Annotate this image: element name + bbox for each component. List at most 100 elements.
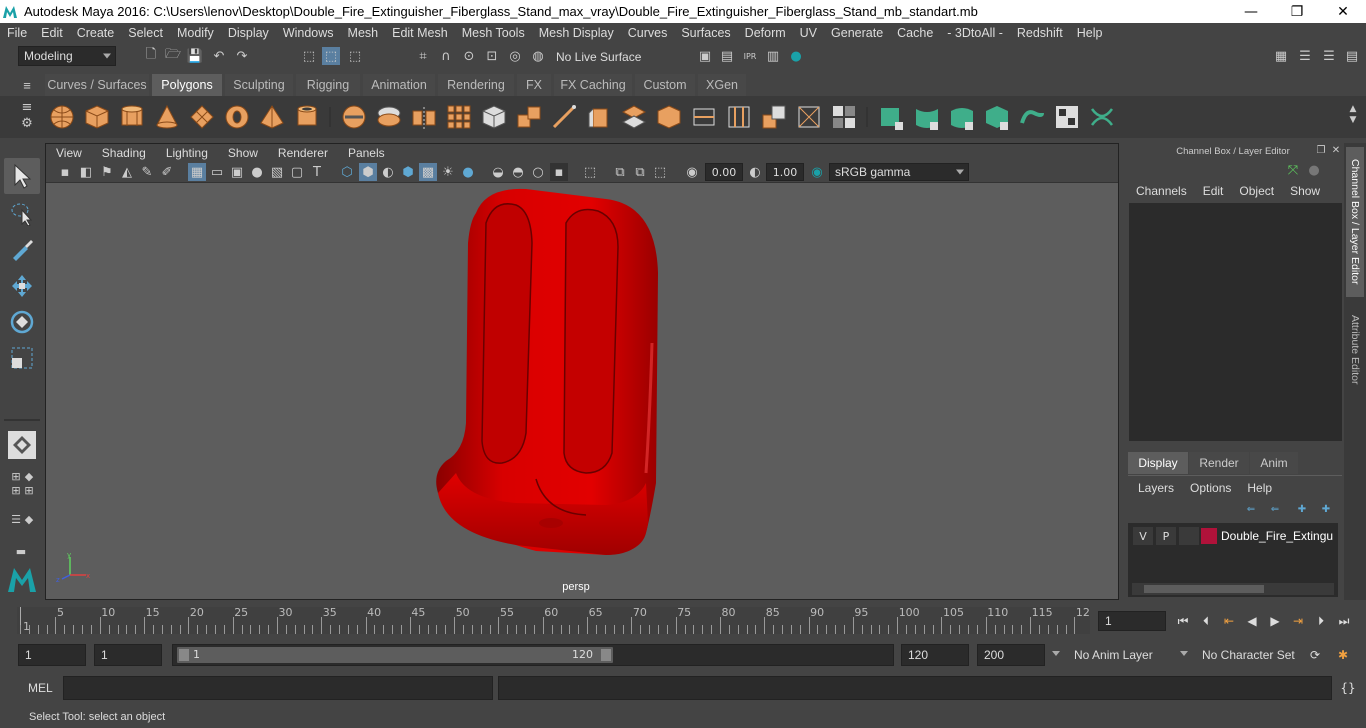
range-handle-right-grip[interactable] — [601, 649, 611, 661]
layer-row[interactable]: V P Double_Fire_Extinguis — [1131, 527, 1333, 545]
layer-playback-toggle[interactable]: P — [1156, 527, 1176, 545]
snap-point-icon[interactable]: ⊙ — [460, 47, 478, 65]
channel-menu-object[interactable]: Object — [1231, 184, 1282, 198]
menu-display[interactable]: Display — [221, 26, 276, 40]
image-plane-icon[interactable]: ◭ — [118, 163, 136, 181]
new-scene-icon[interactable]: 🗋 — [142, 47, 160, 65]
play-backwards-button[interactable]: ◀ — [1243, 612, 1261, 630]
step-back-key-button[interactable]: ⇤ — [1220, 612, 1238, 630]
menu-edit[interactable]: Edit — [34, 26, 70, 40]
target-weld-icon[interactable] — [795, 103, 823, 131]
menu-3dtoall[interactable]: - 3DtoAll - — [940, 26, 1010, 40]
viewport-menu-show[interactable]: Show — [218, 146, 268, 160]
step-forward-key-button[interactable]: ⇥ — [1289, 612, 1307, 630]
manipulator-icon[interactable]: ⤧ — [1284, 161, 1302, 179]
animation-preferences-icon[interactable]: ✱ — [1334, 646, 1352, 664]
range-handle[interactable]: 1 120 — [177, 647, 613, 663]
side-tab-channel-box[interactable]: Channel Box / Layer Editor — [1346, 147, 1364, 297]
poly-cone-icon[interactable] — [153, 103, 181, 131]
play-forwards-button[interactable]: ▶ — [1266, 612, 1284, 630]
panel-float-icon[interactable]: ❐ — [1314, 143, 1328, 157]
mel-label[interactable]: MEL — [28, 681, 53, 695]
channel-menu-channels[interactable]: Channels — [1128, 184, 1195, 198]
menu-help[interactable]: Help — [1070, 26, 1110, 40]
shelf-tab-curves-surfaces[interactable]: Curves / Surfaces — [45, 74, 149, 96]
menu-deform[interactable]: Deform — [738, 26, 793, 40]
scale-tool-button[interactable] — [4, 340, 40, 376]
2d-pan-zoom-icon[interactable]: ✐ — [158, 163, 176, 181]
snap-grid-icon[interactable]: ⌗ — [414, 47, 432, 65]
bookmark-icon[interactable]: ⚑ — [98, 163, 116, 181]
safe-action-icon[interactable]: ▢ — [288, 163, 306, 181]
current-frame-field[interactable]: 1 — [1098, 611, 1166, 631]
menu-mesh[interactable]: Mesh — [341, 26, 386, 40]
animation-start-field[interactable]: 1 — [18, 644, 86, 666]
grease-pencil-icon[interactable]: ✎ — [138, 163, 156, 181]
wireframe-icon[interactable]: ⬡ — [338, 163, 356, 181]
go-to-end-button[interactable]: ⏭ — [1335, 612, 1353, 630]
merge-icon[interactable] — [830, 103, 858, 131]
layer-menu-help[interactable]: Help — [1237, 481, 1282, 495]
xray-active-icon[interactable]: ⧉ — [631, 163, 649, 181]
layout-graph-icon[interactable]: ⊞ — [20, 481, 38, 499]
undo-icon[interactable]: ↶ — [210, 47, 228, 65]
tool-settings-toggle-icon[interactable]: ☰ — [1320, 47, 1338, 65]
layer-scrollbar[interactable] — [1132, 583, 1334, 595]
poly-plane-icon[interactable] — [188, 103, 216, 131]
live-surface-field[interactable]: No Live Surface — [551, 47, 649, 67]
render-settings-icon[interactable]: ▥ — [764, 47, 782, 65]
backface-culling-icon[interactable]: ⬚ — [651, 163, 669, 181]
channel-box-toggle-icon[interactable]: ▤ — [1343, 47, 1361, 65]
mel-input[interactable] — [63, 676, 493, 700]
open-scene-icon[interactable]: 🗁 — [164, 47, 182, 65]
go-to-start-button[interactable]: ⏮ — [1174, 612, 1192, 630]
menu-generate[interactable]: Generate — [824, 26, 890, 40]
camera-attributes-icon[interactable]: ◧ — [77, 163, 95, 181]
layer-name[interactable]: Double_Fire_Extinguis — [1221, 527, 1333, 545]
screen-space-ao-icon[interactable]: ● — [459, 163, 477, 181]
playback-end-field[interactable]: 120 — [901, 644, 969, 666]
auto-key-icon[interactable]: ⟳ — [1306, 646, 1324, 664]
uv-spherical-icon[interactable] — [948, 103, 976, 131]
film-gate-icon[interactable]: ▭ — [208, 163, 226, 181]
poly-cylinder-icon[interactable] — [118, 103, 146, 131]
menu-curves[interactable]: Curves — [621, 26, 675, 40]
menu-select[interactable]: Select — [121, 26, 170, 40]
menu-redshift[interactable]: Redshift — [1010, 26, 1070, 40]
shelf-tab-sculpting[interactable]: Sculpting — [225, 74, 293, 96]
animation-end-field[interactable]: 200 — [977, 644, 1045, 666]
poly-sphere-icon[interactable] — [48, 103, 76, 131]
side-tab-attribute-editor[interactable]: Attribute Editor — [1346, 305, 1364, 395]
new-layer-selected-icon[interactable]: ✚ — [1317, 500, 1335, 518]
redo-icon[interactable]: ↷ — [233, 47, 251, 65]
layout-bar-icon[interactable]: ▬ — [12, 542, 30, 560]
layer-scrollbar-thumb[interactable] — [1144, 585, 1264, 593]
mirror-icon[interactable] — [410, 103, 438, 131]
poly-pyramid-icon[interactable] — [258, 103, 286, 131]
close-button[interactable]: ✕ — [1320, 0, 1366, 23]
isolate-select-icon[interactable]: ⬚ — [581, 163, 599, 181]
menu-cache[interactable]: Cache — [890, 26, 940, 40]
combine-icon[interactable] — [340, 103, 368, 131]
poly-pipe-icon[interactable] — [293, 103, 321, 131]
motion-blur-icon[interactable]: ◒ — [489, 163, 507, 181]
gate-mask-icon[interactable]: ● — [248, 163, 266, 181]
bevel-icon[interactable] — [585, 103, 613, 131]
layer-tab-render[interactable]: Render — [1189, 452, 1249, 474]
snap-view-icon[interactable]: ⊡ — [483, 47, 501, 65]
menu-file[interactable]: File — [0, 26, 34, 40]
menu-create[interactable]: Create — [70, 26, 122, 40]
multi-cut-icon[interactable] — [690, 103, 718, 131]
grid-toggle-icon[interactable]: ▦ — [188, 163, 206, 181]
exposure-field[interactable]: 0.00 — [705, 163, 743, 181]
smooth-shade-icon[interactable]: ⬢ — [359, 163, 377, 181]
shelf-scroll-down-icon[interactable]: ▼ — [1344, 111, 1362, 129]
uv-cylindrical-icon[interactable] — [913, 103, 941, 131]
viewport-menu-panels[interactable]: Panels — [338, 146, 395, 160]
xray-icon[interactable]: ▪ — [550, 163, 568, 181]
color-management-icon[interactable]: ◉ — [808, 163, 826, 181]
select-tool-button[interactable] — [4, 158, 40, 194]
reduce-icon[interactable] — [480, 103, 508, 131]
channel-list[interactable] — [1129, 203, 1342, 441]
uv-planar-icon[interactable] — [878, 103, 906, 131]
